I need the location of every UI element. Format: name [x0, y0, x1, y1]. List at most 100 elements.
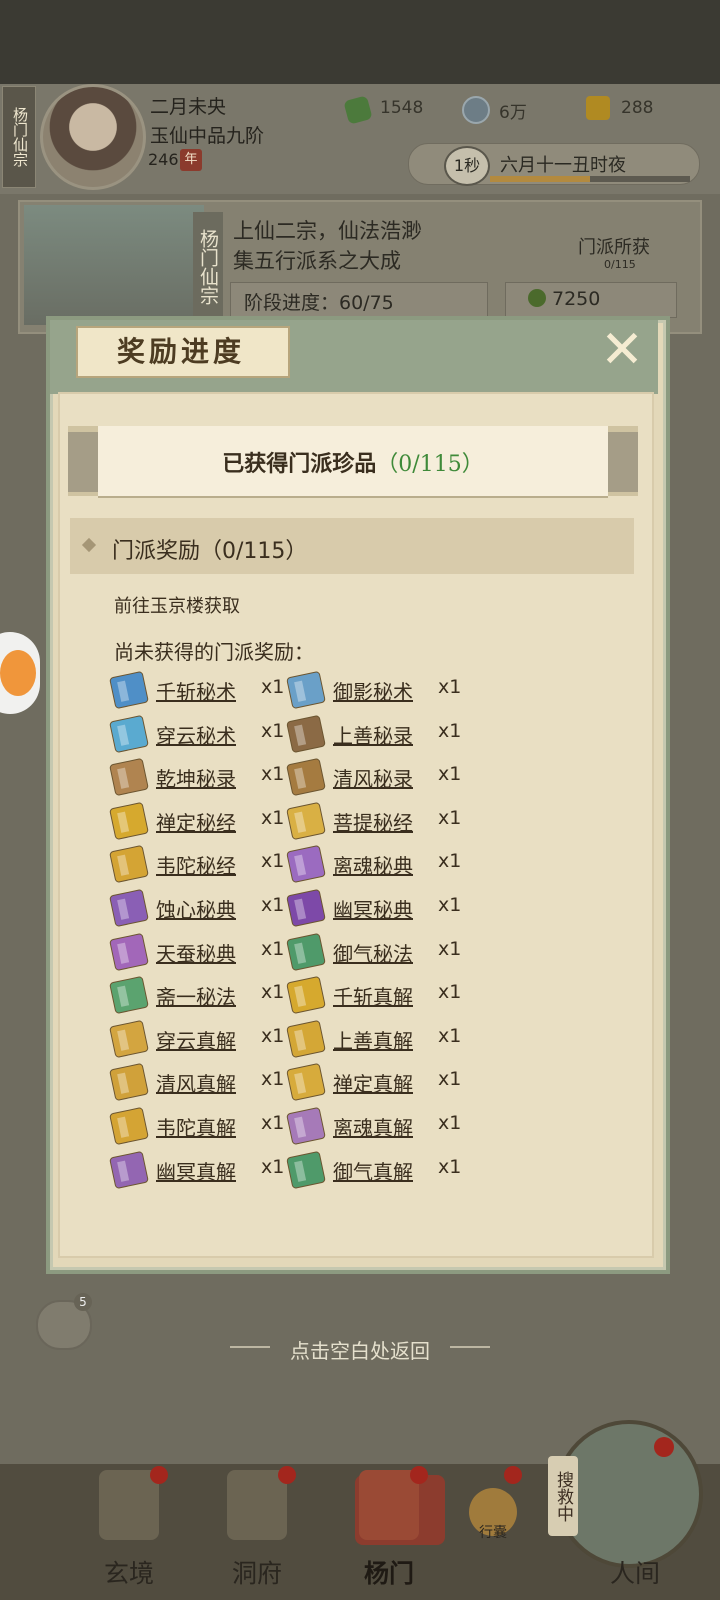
reward-quantity: x1: [438, 850, 462, 873]
resource-gold-value: 288: [621, 98, 654, 118]
reward-name-link[interactable]: 幽冥真解: [156, 1156, 236, 1185]
lantern-icon: [227, 1470, 287, 1540]
reward-name-link[interactable]: 清风真解: [156, 1068, 236, 1097]
nav-label: 洞府: [231, 1559, 282, 1588]
reward-name-link[interactable]: 千斩秘术: [156, 676, 236, 705]
sect-loot-label[interactable]: 门派所获: [578, 233, 650, 259]
reward-item[interactable]: 御影秘术 x1: [286, 670, 464, 710]
reward-item[interactable]: 韦陀秘经 x1: [109, 844, 287, 884]
reward-item[interactable]: 幽冥秘典 x1: [286, 888, 464, 928]
reward-item[interactable]: 禅定秘经 x1: [109, 801, 287, 841]
stage-progress-text: 阶段进度：60/75: [244, 292, 394, 314]
reward-name-link[interactable]: 禅定真解: [333, 1068, 413, 1097]
scroll-book-icon: [286, 888, 326, 928]
reward-item[interactable]: 离魂真解 x1: [286, 1106, 464, 1146]
reward-item[interactable]: 穿云真解 x1: [109, 1019, 287, 1059]
reward-quantity: x1: [438, 806, 462, 829]
reward-item[interactable]: 御气秘法 x1: [286, 932, 464, 972]
scroll-book-icon: [109, 801, 149, 840]
gamepad-icon: [0, 650, 36, 696]
scroll-book-icon: [109, 976, 149, 1015]
nav-item-renjian[interactable]: 人间: [580, 1470, 690, 1590]
reward-item[interactable]: 清风秘录 x1: [286, 757, 464, 797]
reward-quantity: x1: [261, 1112, 285, 1134]
reward-item[interactable]: 上善秘录 x1: [286, 714, 464, 754]
reward-item[interactable]: 御气真解 x1: [286, 1150, 464, 1190]
reward-name-link[interactable]: 蚀心秘典: [156, 894, 236, 923]
reward-name-link[interactable]: 幽冥秘典: [333, 894, 413, 923]
reward-name-link[interactable]: 菩提秘经: [333, 807, 413, 836]
scroll-book-icon: [286, 932, 326, 971]
reward-item[interactable]: 韦陀真解 x1: [109, 1106, 287, 1146]
reward-quantity: x1: [261, 937, 285, 960]
reward-name-link[interactable]: 韦陀真解: [156, 1112, 236, 1141]
divider-right: [450, 1346, 490, 1348]
scroll-book-icon: [109, 670, 149, 710]
reward-item[interactable]: 清风真解 x1: [109, 1062, 287, 1102]
nav-item-xingnang[interactable]: 行囊: [458, 1466, 528, 1590]
reward-name-link[interactable]: 御气真解: [333, 1156, 413, 1185]
reward-name-link[interactable]: 千斩真解: [333, 981, 413, 1010]
sect-motto-line1: 上仙二宗，仙法浩渺: [233, 219, 422, 243]
notification-dot: [278, 1466, 296, 1484]
scroll-book-icon: [286, 1106, 326, 1146]
reward-item[interactable]: 千斩秘术 x1: [109, 670, 287, 710]
reward-name-link[interactable]: 斋一秘法: [156, 981, 236, 1010]
sect-vertical-name: 杨门仙宗: [193, 212, 223, 322]
time-speed-button[interactable]: 1秒: [444, 146, 490, 186]
reward-name-link[interactable]: 禅定秘经: [156, 807, 236, 836]
reward-name-link[interactable]: 离魂真解: [333, 1112, 413, 1141]
treasure-title: 已获得门派珍品（0/115）: [98, 446, 608, 478]
reward-item[interactable]: 上善真解 x1: [286, 1019, 464, 1059]
time-progress-fill: [490, 176, 590, 182]
nav-item-dongfu[interactable]: 洞府: [212, 1466, 302, 1590]
reward-name-link[interactable]: 穿云秘术: [156, 720, 236, 749]
scroll-book-icon: [286, 670, 326, 710]
treasure-count: （0/115）: [376, 452, 484, 477]
reward-name-link[interactable]: 离魂秘典: [333, 850, 413, 879]
sect-coin-icon: [528, 289, 546, 307]
reward-name-link[interactable]: 韦陀秘经: [156, 850, 236, 879]
reward-quantity: x1: [438, 676, 462, 698]
reward-name-link[interactable]: 乾坤秘录: [156, 763, 236, 792]
coin-icon: [462, 96, 490, 124]
reward-name-link[interactable]: 穿云真解: [156, 1025, 236, 1054]
reward-name-link[interactable]: 御气秘法: [333, 938, 413, 967]
resource-coin-value: 6万: [499, 103, 527, 123]
reward-name-link[interactable]: 上善真解: [333, 1025, 413, 1054]
scroll-book-icon: [109, 1150, 149, 1189]
return-hint[interactable]: 点击空白处返回: [0, 1335, 720, 1364]
reward-item[interactable]: 禅定真解 x1: [286, 1062, 464, 1102]
reward-list[interactable]: 千斩秘术 x1 御影秘术 x1 穿云秘术 x1 上善秘录 x1 乾坤秘录 x1 清风秘录 x1 禅定秘经…: [108, 670, 648, 1200]
reward-name-link[interactable]: 天蚕秘典: [156, 938, 236, 967]
dialog-title: 奖励进度: [116, 335, 245, 368]
reward-item[interactable]: 穿云秘术 x1: [109, 714, 287, 754]
reward-name-link[interactable]: 清风秘录: [333, 763, 413, 792]
sect-tag[interactable]: 杨门仙宗: [2, 86, 36, 188]
scroll-book-icon: [109, 714, 149, 753]
notification-dot: [410, 1466, 428, 1484]
reward-item[interactable]: 斋一秘法 x1: [109, 975, 287, 1015]
reward-item[interactable]: 乾坤秘录 x1: [109, 757, 287, 797]
search-rescue-tag: 搜救中: [548, 1456, 578, 1536]
reward-quantity: x1: [438, 937, 462, 960]
reward-name-link[interactable]: 上善秘录: [333, 720, 413, 749]
reward-item[interactable]: 千斩真解 x1: [286, 975, 464, 1015]
reward-item[interactable]: 菩提秘经 x1: [286, 801, 464, 841]
nav-item-xuanjing[interactable]: 玄境: [84, 1466, 174, 1590]
reward-item[interactable]: 离魂秘典 x1: [286, 844, 464, 884]
reward-quantity: x1: [438, 763, 462, 786]
scroll-book-icon: [286, 801, 326, 840]
reward-item[interactable]: 蚀心秘典 x1: [109, 888, 287, 928]
reward-item[interactable]: 天蚕秘典 x1: [109, 932, 287, 972]
list-fade: [108, 1190, 648, 1204]
reward-name-link[interactable]: 御影秘术: [333, 676, 413, 705]
reward-quantity: x1: [438, 1068, 462, 1091]
avatar[interactable]: [40, 84, 146, 190]
close-icon[interactable]: ✕: [596, 324, 648, 376]
reward-item[interactable]: 幽冥真解 x1: [109, 1150, 287, 1190]
scroll-book-icon: [286, 1063, 326, 1102]
nav-item-yangmen[interactable]: 杨门: [344, 1466, 434, 1590]
reward-quantity: x1: [261, 719, 285, 742]
scroll-book-icon: [286, 1150, 326, 1189]
